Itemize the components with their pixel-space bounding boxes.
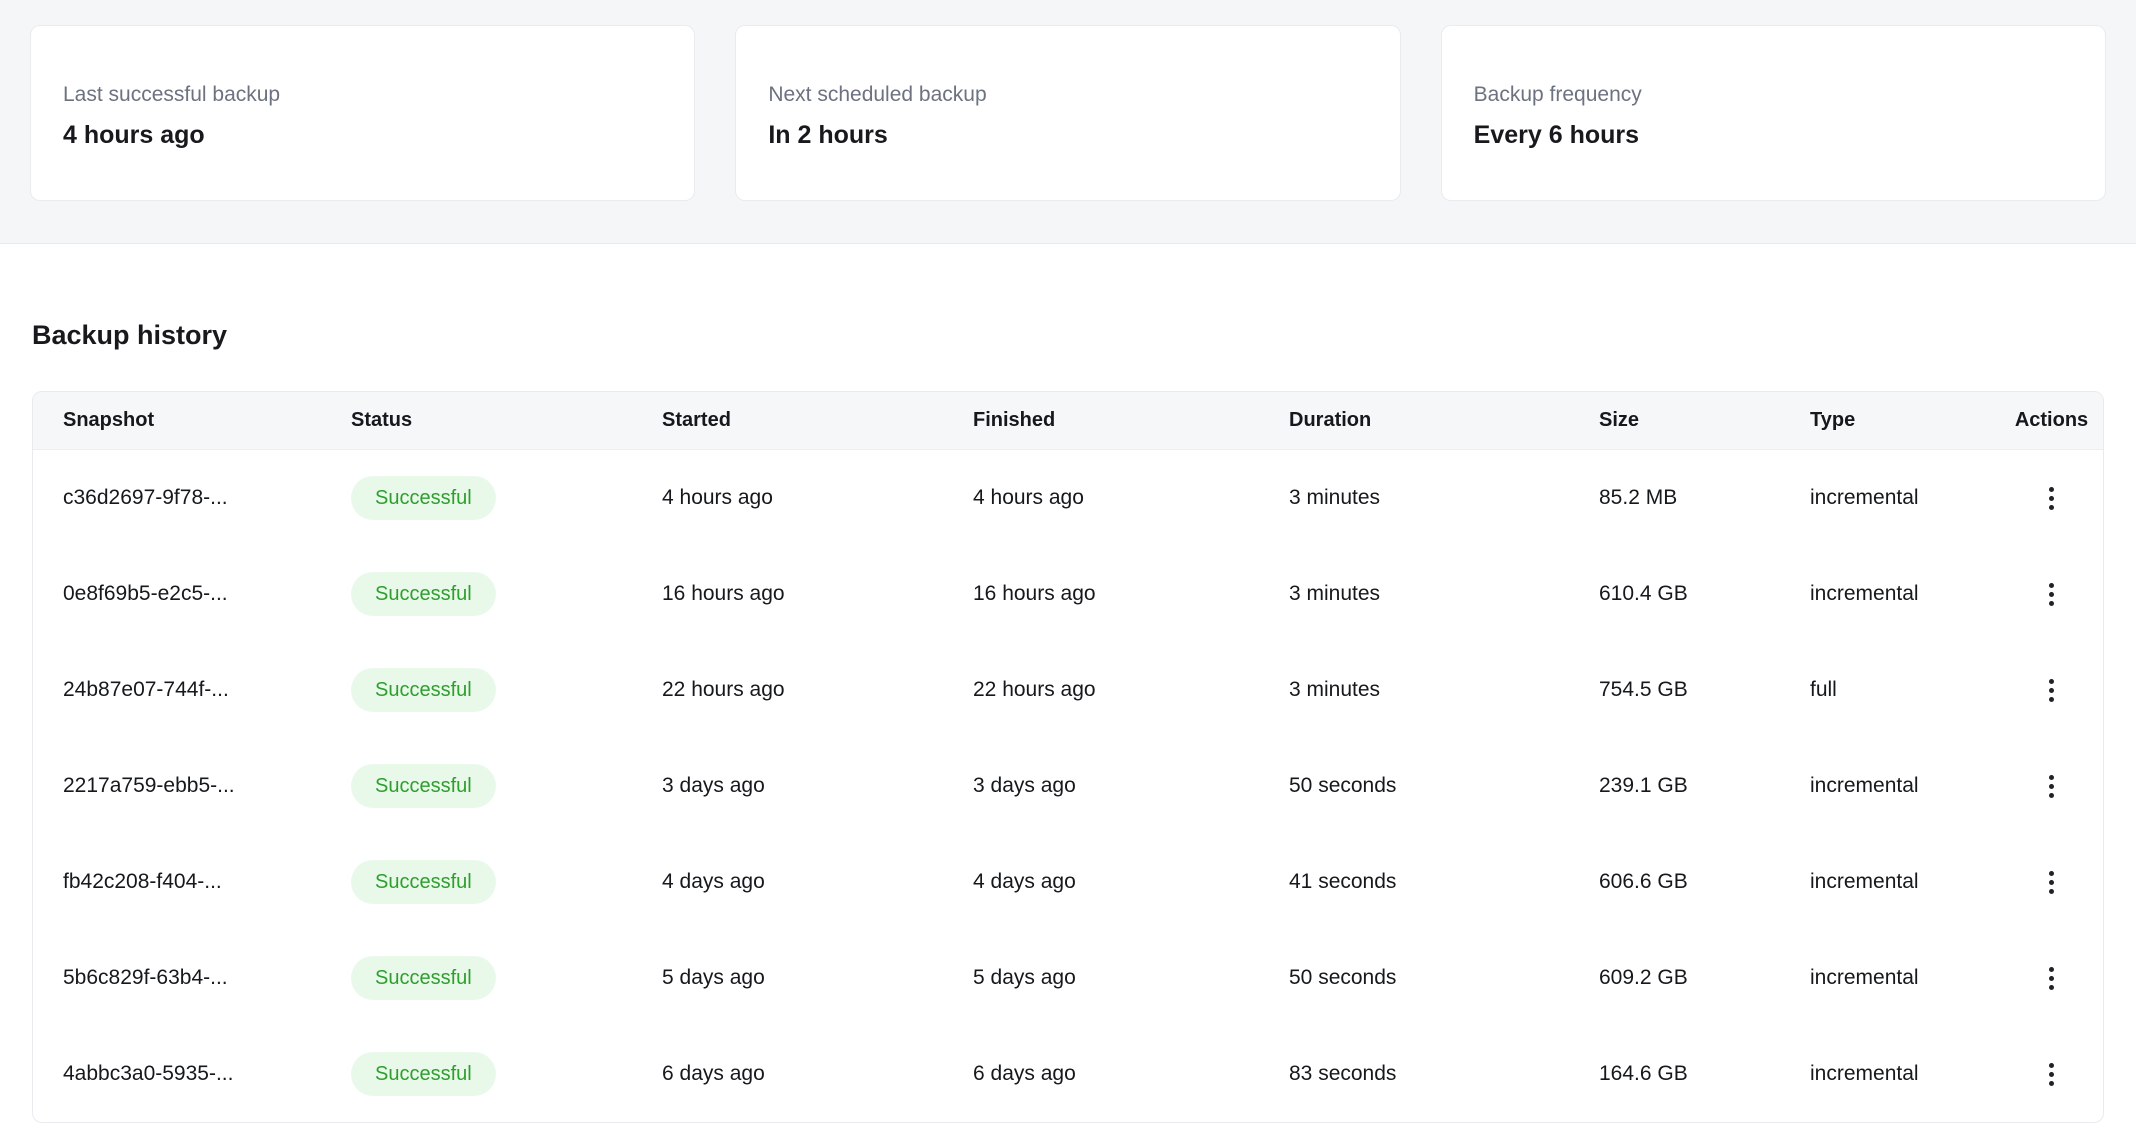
kebab-menu-icon bbox=[2049, 775, 2054, 780]
snapshot-id: fb42c208-f404-... bbox=[63, 870, 351, 894]
size-cell: 609.2 GB bbox=[1599, 966, 1810, 990]
page-title: Backup history bbox=[32, 320, 2104, 351]
duration-cell: 50 seconds bbox=[1289, 966, 1599, 990]
last-successful-backup-card: Last successful backup 4 hours ago bbox=[30, 25, 695, 201]
started-cell: 3 days ago bbox=[662, 774, 973, 798]
started-cell: 16 hours ago bbox=[662, 582, 973, 606]
size-cell: 85.2 MB bbox=[1599, 486, 1810, 510]
size-cell: 754.5 GB bbox=[1599, 678, 1810, 702]
started-cell: 6 days ago bbox=[662, 1062, 973, 1086]
backup-history-section: Backup history Snapshot Status Started F… bbox=[0, 320, 2136, 1123]
row-actions-button[interactable] bbox=[2030, 954, 2074, 1002]
snapshot-id: c36d2697-9f78-... bbox=[63, 486, 351, 510]
kebab-menu-icon bbox=[2049, 871, 2054, 876]
row-actions-button[interactable] bbox=[2030, 570, 2074, 618]
column-header-size: Size bbox=[1599, 409, 1810, 432]
kebab-menu-icon bbox=[2049, 1063, 2054, 1068]
size-cell: 606.6 GB bbox=[1599, 870, 1810, 894]
type-cell: incremental bbox=[1810, 582, 2000, 606]
snapshot-id: 5b6c829f-63b4-... bbox=[63, 966, 351, 990]
table-row: 4abbc3a0-5935-... Successful 6 days ago … bbox=[33, 1026, 2103, 1122]
duration-cell: 3 minutes bbox=[1289, 678, 1599, 702]
snapshot-id: 0e8f69b5-e2c5-... bbox=[63, 582, 351, 606]
table-row: 24b87e07-744f-... Successful 22 hours ag… bbox=[33, 642, 2103, 738]
kebab-menu-icon bbox=[2049, 487, 2054, 492]
column-header-started: Started bbox=[662, 409, 973, 432]
size-cell: 610.4 GB bbox=[1599, 582, 1810, 606]
status-badge: Successful bbox=[351, 956, 496, 1000]
status-badge: Successful bbox=[351, 572, 496, 616]
column-header-actions: Actions bbox=[2000, 409, 2103, 432]
type-cell: incremental bbox=[1810, 1062, 2000, 1086]
row-actions-button[interactable] bbox=[2030, 474, 2074, 522]
type-cell: incremental bbox=[1810, 486, 2000, 510]
finished-cell: 16 hours ago bbox=[973, 582, 1289, 606]
type-cell: incremental bbox=[1810, 870, 2000, 894]
snapshot-id: 4abbc3a0-5935-... bbox=[63, 1062, 351, 1086]
size-cell: 239.1 GB bbox=[1599, 774, 1810, 798]
backup-history-table: Snapshot Status Started Finished Duratio… bbox=[32, 391, 2104, 1123]
row-actions-button[interactable] bbox=[2030, 666, 2074, 714]
started-cell: 22 hours ago bbox=[662, 678, 973, 702]
card-value: In 2 hours bbox=[768, 120, 1367, 150]
snapshot-id: 2217a759-ebb5-... bbox=[63, 774, 351, 798]
type-cell: full bbox=[1810, 678, 2000, 702]
finished-cell: 6 days ago bbox=[973, 1062, 1289, 1086]
kebab-menu-icon bbox=[2049, 967, 2054, 972]
table-row: fb42c208-f404-... Successful 4 days ago … bbox=[33, 834, 2103, 930]
finished-cell: 3 days ago bbox=[973, 774, 1289, 798]
column-header-status: Status bbox=[351, 409, 662, 432]
card-label: Last successful backup bbox=[63, 82, 662, 107]
type-cell: incremental bbox=[1810, 774, 2000, 798]
kebab-menu-icon bbox=[2049, 583, 2054, 588]
row-actions-button[interactable] bbox=[2030, 1050, 2074, 1098]
backup-frequency-card: Backup frequency Every 6 hours bbox=[1441, 25, 2106, 201]
snapshot-id: 24b87e07-744f-... bbox=[63, 678, 351, 702]
finished-cell: 4 days ago bbox=[973, 870, 1289, 894]
size-cell: 164.6 GB bbox=[1599, 1062, 1810, 1086]
duration-cell: 3 minutes bbox=[1289, 582, 1599, 606]
started-cell: 5 days ago bbox=[662, 966, 973, 990]
duration-cell: 50 seconds bbox=[1289, 774, 1599, 798]
row-actions-button[interactable] bbox=[2030, 858, 2074, 906]
status-badge: Successful bbox=[351, 668, 496, 712]
started-cell: 4 days ago bbox=[662, 870, 973, 894]
finished-cell: 5 days ago bbox=[973, 966, 1289, 990]
column-header-snapshot: Snapshot bbox=[63, 409, 351, 432]
kebab-menu-icon bbox=[2049, 679, 2054, 684]
row-actions-button[interactable] bbox=[2030, 762, 2074, 810]
status-badge: Successful bbox=[351, 476, 496, 520]
card-label: Backup frequency bbox=[1474, 82, 2073, 107]
table-row: 0e8f69b5-e2c5-... Successful 16 hours ag… bbox=[33, 546, 2103, 642]
started-cell: 4 hours ago bbox=[662, 486, 973, 510]
card-value: 4 hours ago bbox=[63, 120, 662, 150]
column-header-type: Type bbox=[1810, 409, 2000, 432]
finished-cell: 22 hours ago bbox=[973, 678, 1289, 702]
status-badge: Successful bbox=[351, 860, 496, 904]
column-header-finished: Finished bbox=[973, 409, 1289, 432]
status-badge: Successful bbox=[351, 764, 496, 808]
table-row: c36d2697-9f78-... Successful 4 hours ago… bbox=[33, 450, 2103, 546]
backup-summary-strip: Last successful backup 4 hours ago Next … bbox=[0, 0, 2136, 244]
duration-cell: 41 seconds bbox=[1289, 870, 1599, 894]
column-header-duration: Duration bbox=[1289, 409, 1599, 432]
duration-cell: 83 seconds bbox=[1289, 1062, 1599, 1086]
duration-cell: 3 minutes bbox=[1289, 486, 1599, 510]
card-label: Next scheduled backup bbox=[768, 82, 1367, 107]
table-row: 2217a759-ebb5-... Successful 3 days ago … bbox=[33, 738, 2103, 834]
table-row: 5b6c829f-63b4-... Successful 5 days ago … bbox=[33, 930, 2103, 1026]
type-cell: incremental bbox=[1810, 966, 2000, 990]
finished-cell: 4 hours ago bbox=[973, 486, 1289, 510]
card-value: Every 6 hours bbox=[1474, 120, 2073, 150]
status-badge: Successful bbox=[351, 1052, 496, 1096]
table-header-row: Snapshot Status Started Finished Duratio… bbox=[33, 392, 2103, 450]
next-scheduled-backup-card: Next scheduled backup In 2 hours bbox=[735, 25, 1400, 201]
